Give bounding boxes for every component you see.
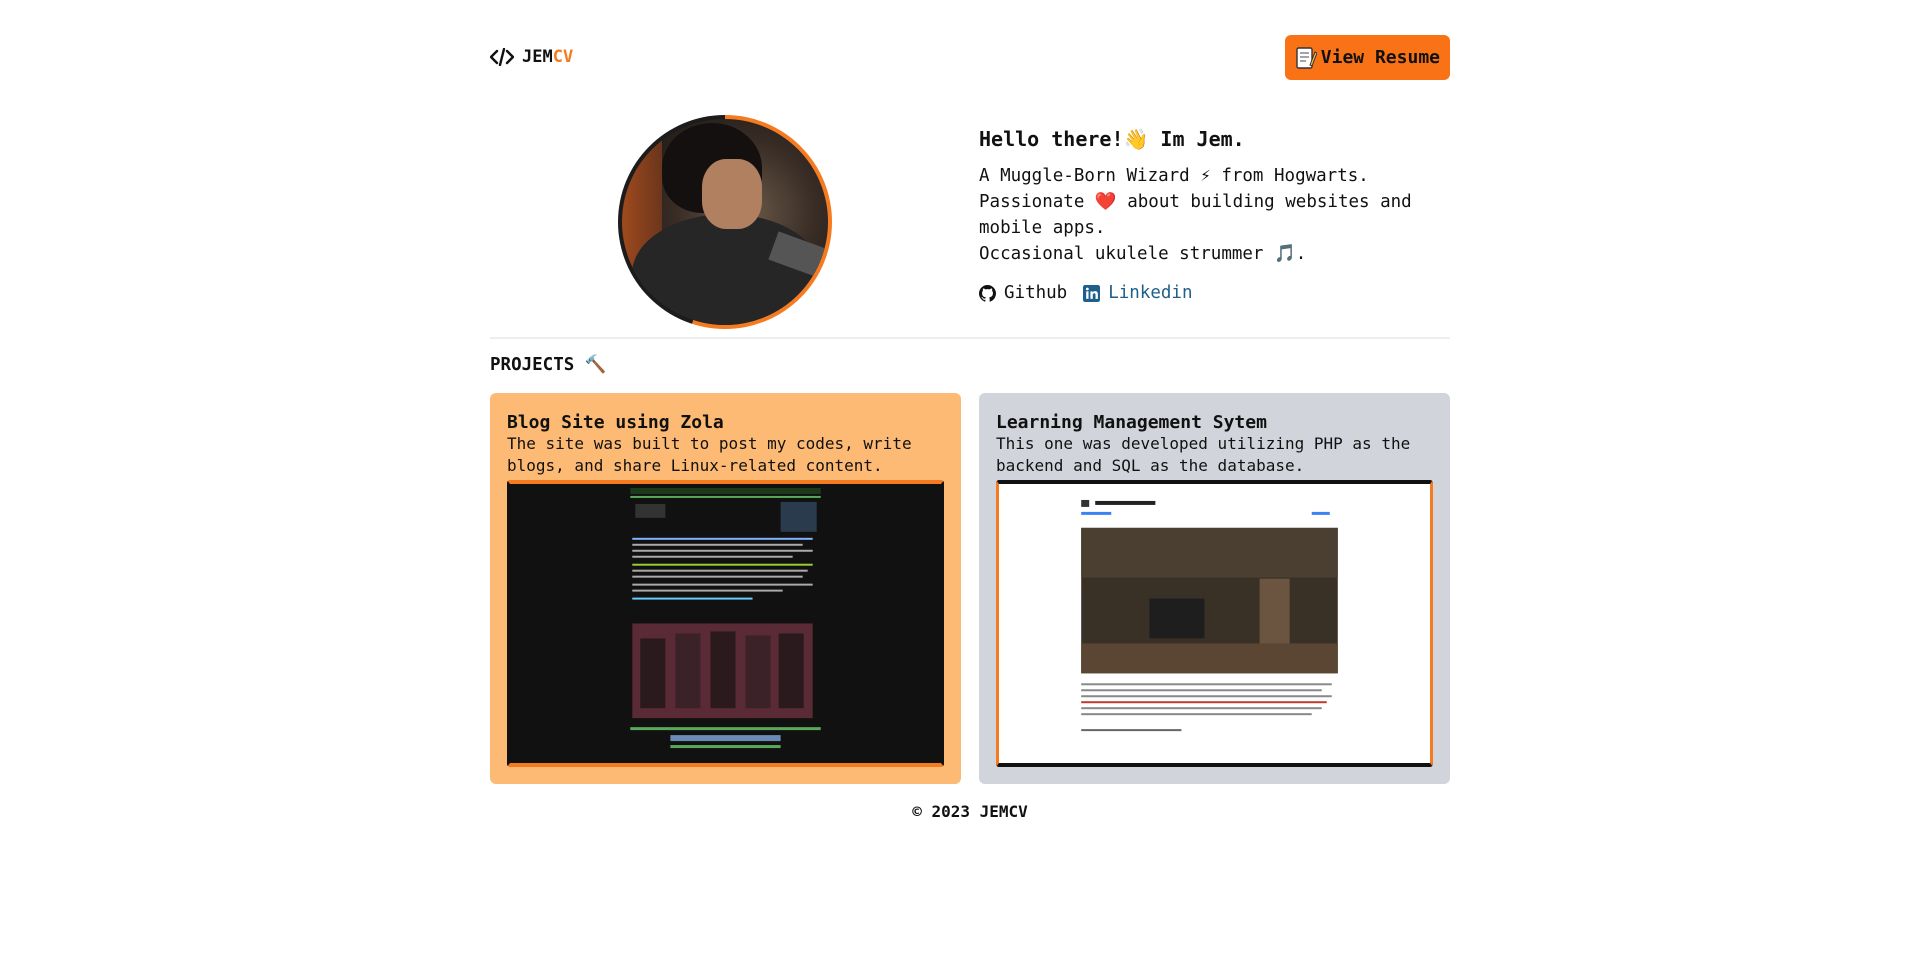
memo-icon <box>1296 46 1317 69</box>
project-title: Blog Site using Zola <box>507 412 724 433</box>
project-title: Learning Management Sytem <box>996 412 1267 433</box>
linkedin-icon <box>1083 284 1101 302</box>
greeting-heading: Hello there!👋 Im Jem. <box>979 127 1245 151</box>
footer-copyright: © 2023 JEMCV <box>912 802 1028 821</box>
project-card-lms[interactable]: Learning Management Sytem This one was d… <box>979 393 1450 784</box>
linkedin-link[interactable]: Linkedin <box>1083 283 1193 303</box>
intro-block: Hello there!👋 Im Jem. A Muggle-Born Wiza… <box>979 127 1450 303</box>
logo-text-accent: CV <box>552 47 574 67</box>
project-description: The site was built to post my codes, wri… <box>507 434 912 475</box>
projects-heading: PROJECTS 🔨 <box>490 355 607 375</box>
site-logo[interactable]: JEMCV <box>490 47 573 67</box>
intro-line-2: Passionate ❤️ about building websites an… <box>979 192 1412 238</box>
divider <box>490 337 1450 339</box>
project-description: This one was developed utilizing PHP as … <box>996 434 1411 475</box>
code-icon <box>490 48 514 66</box>
intro-line-3: Occasional ukulele strummer 🎵. <box>979 244 1307 264</box>
profile-avatar <box>618 115 832 329</box>
logo-text-main: JEM <box>522 47 553 67</box>
project-card-blog[interactable]: Blog Site using Zola The site was built … <box>490 393 961 784</box>
hero-section: Hello there!👋 Im Jem. A Muggle-Born Wiza… <box>490 115 1450 335</box>
projects-grid: Blog Site using Zola The site was built … <box>490 393 1450 784</box>
linkedin-label: Linkedin <box>1108 283 1193 303</box>
view-resume-button[interactable]: View Resume <box>1284 35 1450 80</box>
social-links: Github Linkedin <box>979 283 1450 303</box>
github-label: Github <box>1004 283 1068 303</box>
header: JEMCV View Resume <box>490 0 1450 115</box>
page-container: JEMCV View Resume Hello there!👋 Im Jem. … <box>490 0 1450 821</box>
project-screenshot <box>996 480 1433 767</box>
view-resume-label: View Resume <box>1320 47 1440 68</box>
github-link[interactable]: Github <box>979 283 1067 303</box>
github-icon <box>979 284 996 302</box>
intro-line-1: A Muggle-Born Wizard ⚡ from Hogwarts. <box>979 166 1369 186</box>
project-screenshot <box>507 480 944 767</box>
